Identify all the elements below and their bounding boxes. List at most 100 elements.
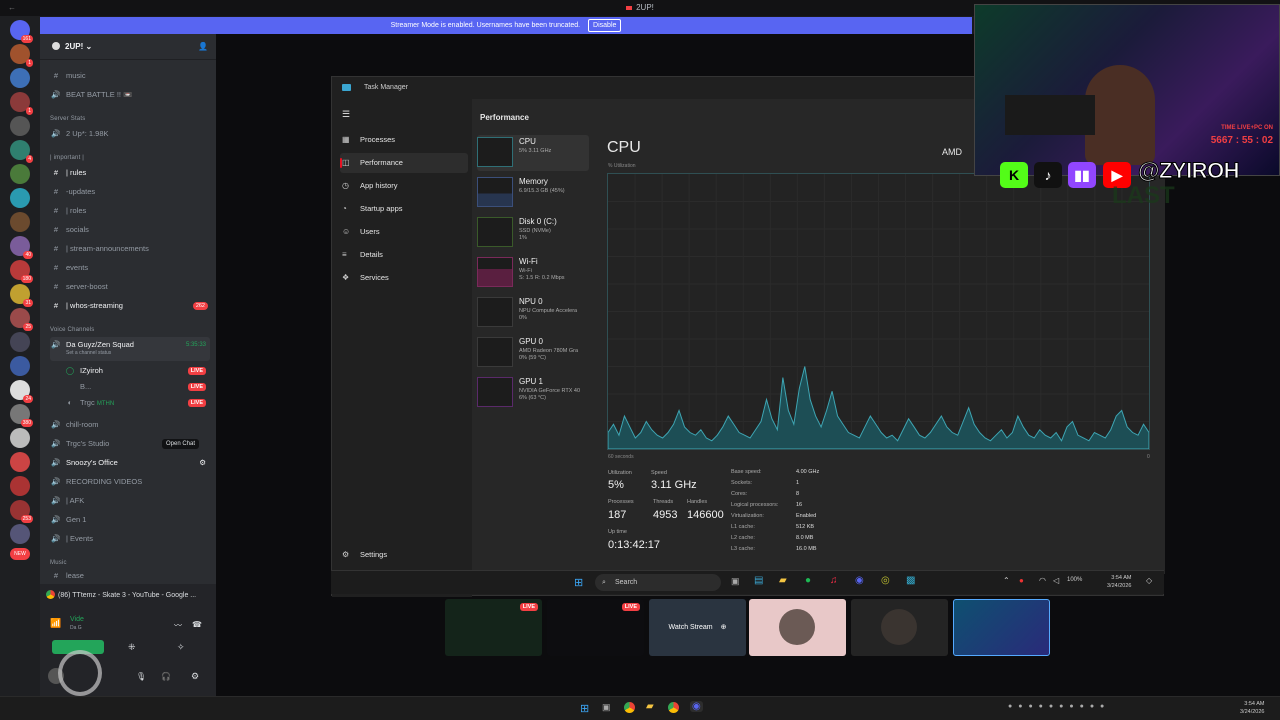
category-important[interactable]: | important | <box>50 155 84 161</box>
server-icon[interactable]: 31 <box>10 284 33 307</box>
server-icon[interactable] <box>10 356 30 376</box>
clock[interactable]: 3:54 AM 3/24/2026 <box>1107 574 1131 590</box>
microphone-icon[interactable]: 🎙 <box>136 672 146 681</box>
voice-channel[interactable]: 🔊 Snoozy's Office ⚙ <box>50 455 210 471</box>
taskbar-search[interactable]: ⌕ Search <box>595 574 721 591</box>
music-app-icon[interactable]: ♫ <box>830 575 838 586</box>
server-icon[interactable]: NEW <box>10 548 30 560</box>
nav-settings[interactable]: ⚙ Settings <box>340 545 468 565</box>
chrome-icon[interactable] <box>668 702 679 713</box>
server-icon[interactable] <box>10 68 30 88</box>
server-icon[interactable]: 1 <box>10 44 33 67</box>
mic-tray-icon[interactable]: ● <box>1019 576 1024 585</box>
server-icon[interactable] <box>10 164 30 184</box>
nav-users[interactable]: ☺ Users <box>340 222 468 242</box>
server-icon[interactable]: 380 <box>10 404 33 427</box>
windows-start-icon[interactable]: ⊞ <box>580 702 589 715</box>
activity-bar[interactable]: (86) TTtemz - Skate 3 - YouTube - Google… <box>46 588 210 604</box>
server-icon[interactable] <box>10 476 30 496</box>
activities-icon[interactable]: ⁜ <box>128 642 136 653</box>
signal-icon[interactable]: 📶 <box>50 618 61 629</box>
channel-item[interactable]: # server-boost <box>50 279 210 295</box>
channel-item[interactable]: # lease <box>50 570 210 582</box>
channel-item[interactable]: # | roles <box>50 203 210 219</box>
channel-status[interactable]: Set a channel status <box>66 349 111 357</box>
nav-startup-apps[interactable]: ◔ Startup apps <box>340 199 468 219</box>
server-icon[interactable]: 180 <box>10 260 33 283</box>
watch-stream-card[interactable]: Watch Stream ⊕ <box>649 599 746 656</box>
wifi-icon[interactable]: ◠ <box>1039 576 1046 585</box>
channel-item[interactable]: # music <box>50 68 210 84</box>
hamburger-menu-icon[interactable]: ☰ <box>342 109 350 120</box>
server-icon[interactable]: 40 <box>10 236 33 259</box>
server-icon[interactable] <box>10 452 30 472</box>
spotify-icon[interactable]: ● <box>805 575 811 586</box>
stream-app-icon[interactable]: ▩ <box>906 575 915 586</box>
volume-icon[interactable]: ◁ <box>1053 576 1059 585</box>
voice-channel-active[interactable]: 🔊 Da Guyz/Zen Squad 5:35:33 Set a channel… <box>50 337 210 361</box>
channel-item[interactable]: # | whos-streaming 262 <box>50 298 210 314</box>
device-disk[interactable]: Disk 0 (C:) SSD (NVMe) 1% <box>477 215 589 251</box>
server-header[interactable]: 2UP! ⌄ 👤 <box>40 34 216 60</box>
server-icon[interactable] <box>10 332 30 352</box>
device-wifi[interactable]: Wi-Fi Wi-Fi S: 1.5 R: 0.2 Mbps <box>477 255 589 291</box>
app-icon[interactable]: ◎ <box>881 575 890 586</box>
discord-icon[interactable]: ◉ <box>855 575 864 586</box>
channel-item[interactable]: # events <box>50 260 210 276</box>
notifications-icon[interactable]: ◇ <box>1146 576 1152 585</box>
tray-icons[interactable]: ●●●●●●●●●● <box>1008 703 1110 710</box>
server-icon[interactable]: 4 <box>10 140 33 163</box>
nav-processes[interactable]: ▦ Processes <box>340 130 468 150</box>
server-icon[interactable]: 25 <box>10 308 33 331</box>
server-icon[interactable] <box>10 428 30 448</box>
server-icon[interactable]: 253 <box>10 500 33 523</box>
server-icon[interactable] <box>10 116 30 136</box>
add-friend-icon[interactable]: 👤 <box>198 34 208 60</box>
file-explorer-icon[interactable]: ▰ <box>779 575 787 586</box>
user-camera-card[interactable] <box>851 599 948 656</box>
device-npu[interactable]: NPU 0 NPU Compute Accelera 0% <box>477 295 589 331</box>
disable-streamer-mode-button[interactable]: Disable <box>588 19 622 32</box>
voice-channel[interactable]: 🔊 | Events <box>50 531 210 547</box>
back-arrow-icon[interactable]: ← <box>8 0 16 16</box>
nav-performance[interactable]: ◫ Performance <box>340 153 468 173</box>
voice-channel[interactable]: 🔊 Gen 1 <box>50 512 210 528</box>
nav-app-history[interactable]: ◷ App history <box>340 176 468 196</box>
category-voice[interactable]: Voice Channels <box>50 327 95 333</box>
server-icon[interactable] <box>10 188 30 208</box>
voice-user[interactable]: ◯ IZyiroh LIVE <box>64 363 208 379</box>
voice-user[interactable]: B... LIVE <box>64 379 208 395</box>
channel-item[interactable]: 🔊 BEAT BATTLE !! 📼 <box>50 87 210 103</box>
task-view-icon[interactable]: ▣ <box>731 576 740 587</box>
nav-details[interactable]: ≡ Details <box>340 245 468 265</box>
nav-services[interactable]: ❖ Services <box>340 268 468 288</box>
voice-user[interactable]: ◐ Trgc MTHN LIVE <box>64 395 208 411</box>
noise-icon[interactable]: 〰 <box>174 620 182 631</box>
stream-thumbnail[interactable]: LIVE <box>547 599 644 656</box>
server-icon[interactable] <box>10 212 30 232</box>
channel-item[interactable]: # | stream-announcements <box>50 241 210 257</box>
channel-item[interactable]: 🔊 2 Up*: 1.98K <box>50 126 210 142</box>
gear-icon[interactable]: ⚙ <box>199 455 206 471</box>
stream-thumbnail-active[interactable] <box>953 599 1050 656</box>
file-explorer-icon[interactable]: ▰ <box>646 701 654 712</box>
settings-gear-icon[interactable]: ⚙ <box>191 671 199 682</box>
device-cpu[interactable]: CPU 5% 3.11 GHz <box>477 135 589 171</box>
stream-thumbnail[interactable]: LIVE <box>445 599 542 656</box>
clock[interactable]: 3:54 AM 3/24/2026 <box>1240 700 1264 716</box>
home-icon[interactable]: 161 <box>10 20 33 43</box>
device-memory[interactable]: Memory 6.9/15.3 GB (45%) <box>477 175 589 211</box>
tray-chevron-icon[interactable]: ⌃ <box>1003 576 1010 585</box>
category-music[interactable]: Music <box>50 560 67 566</box>
server-icon[interactable]: 24 <box>10 380 33 403</box>
channel-item[interactable]: # | rules <box>50 165 210 181</box>
device-gpu1[interactable]: GPU 1 NVIDIA GeForce RTX 40 6% (63 °C) <box>477 375 589 411</box>
category-server-stats[interactable]: Server Stats <box>50 116 85 122</box>
channel-item[interactable]: # socials <box>50 222 210 238</box>
user-camera-card[interactable] <box>749 599 846 656</box>
windows-start-icon[interactable]: ⊞ <box>574 576 583 589</box>
voice-channel[interactable]: 🔊 chill-room <box>50 417 210 433</box>
server-icon[interactable]: 1 <box>10 92 33 115</box>
voice-channel[interactable]: 🔊 | AFK <box>50 493 210 509</box>
channel-item[interactable]: # -updates <box>50 184 210 200</box>
